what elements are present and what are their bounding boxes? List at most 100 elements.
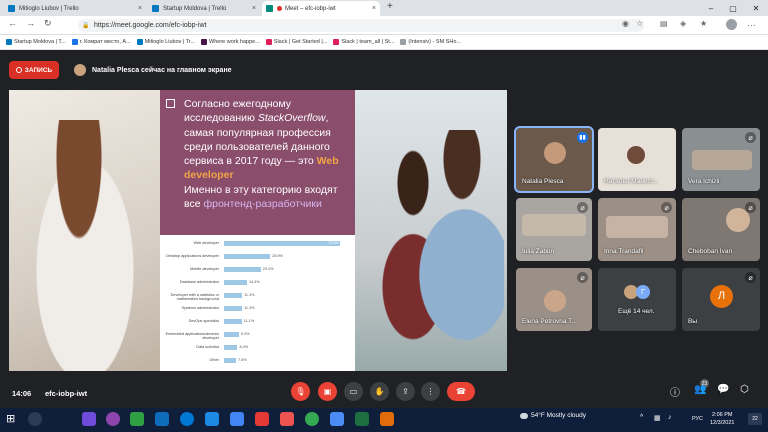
info-icon[interactable]: ⓘ: [670, 384, 680, 399]
participant-name: Iulia Zabun: [522, 248, 555, 255]
back-icon[interactable]: ←: [8, 18, 17, 28]
mic-toggle-button[interactable]: 🎙: [291, 382, 310, 401]
mic-off-icon: ⌀: [745, 202, 756, 213]
chart-category-label: DevOps specialist: [188, 319, 219, 323]
edge-icon[interactable]: [180, 412, 194, 426]
meeting-code: efc-iobp-iwt: [45, 389, 88, 398]
participant-tile-natalya[interactable]: Наталья Манист...: [598, 128, 676, 191]
reload-icon[interactable]: ↻: [44, 18, 52, 29]
excel-icon[interactable]: [355, 412, 369, 426]
taskbar-clock[interactable]: 2:06 PM 12/3/2021: [710, 411, 734, 427]
participant-tile-inna[interactable]: ⌀ Inna Trandafil: [598, 198, 676, 261]
camera-permission-icon[interactable]: ◉: [622, 19, 629, 28]
chart-bar: [224, 241, 341, 246]
screen: Mitioglo Liubov | Trello × Startup Moldo…: [0, 0, 768, 432]
app-icon[interactable]: [330, 412, 344, 426]
tab-label: Startup Moldova | Trello: [163, 5, 227, 12]
favorites-bar-icon[interactable]: ★: [700, 19, 707, 28]
profile-avatar[interactable]: [726, 19, 737, 30]
participant-tile-more[interactable]: Г Ещё 14 чел.: [598, 268, 676, 331]
recording-dot-icon: [277, 6, 282, 11]
bookmark-icon: [6, 39, 12, 45]
app-icon[interactable]: [106, 412, 120, 426]
participant-name: Natalia Plesca: [522, 178, 564, 185]
camera-toggle-button[interactable]: ▣: [318, 382, 337, 401]
chart-bar: [224, 345, 238, 350]
browser-tab-1[interactable]: Mitioglo Liubov | Trello ×: [4, 1, 146, 16]
chart-value-label: 28.9%: [272, 254, 284, 258]
leave-call-button[interactable]: ☎: [447, 382, 475, 401]
raise-hand-button[interactable]: ✋: [370, 382, 389, 401]
outlook-icon[interactable]: [155, 412, 169, 426]
bookmark-item[interactable]: г. Комрат место, А...: [71, 39, 131, 45]
people-icon[interactable]: 👥: [694, 384, 706, 395]
meet-icon: [266, 5, 273, 12]
bookmark-item[interactable]: (Intensiv) - SM SHo...: [400, 39, 461, 45]
participant-tile-iulia[interactable]: ⌀ Iulia Zabun: [516, 198, 592, 261]
bookmark-item[interactable]: Startup Moldova | T...: [6, 39, 66, 45]
bookmark-icon: [400, 39, 407, 45]
close-icon[interactable]: ×: [372, 5, 376, 12]
participant-tile-elena[interactable]: ⌀ Elena Petrovna T...: [516, 268, 592, 331]
browser-tab-3[interactable]: Meet – efc-iobp-iwt ×: [262, 1, 380, 16]
participant-name: Ещё 14 чел.: [618, 308, 655, 315]
notifications-icon[interactable]: 22: [748, 413, 762, 425]
chart-bar: [224, 358, 236, 363]
new-tab-button[interactable]: +: [387, 1, 393, 12]
bookmark-item[interactable]: Slack | team_all | St...: [333, 39, 394, 45]
chart-category-label: Desktop applications developer: [166, 254, 219, 258]
yandex-icon[interactable]: [255, 412, 269, 426]
mic-off-icon: 🎙: [295, 387, 306, 396]
app-icon[interactable]: [380, 412, 394, 426]
language-indicator[interactable]: РУС: [692, 416, 703, 422]
teams-icon[interactable]: [82, 412, 96, 426]
chart-value-label: 72.6%: [328, 241, 339, 245]
participant-name: Cheboban Ivan: [688, 248, 733, 255]
forward-icon[interactable]: →: [26, 18, 35, 28]
lock-icon[interactable]: 🔒: [82, 22, 89, 29]
chrome-icon[interactable]: [305, 412, 319, 426]
participant-tile-ivan[interactable]: ⌀ Cheboban Ivan: [682, 198, 760, 261]
bookmark-item[interactable]: Slack | Get Started |...: [265, 39, 327, 45]
search-taskbar-button[interactable]: [28, 412, 42, 426]
cloud-icon: [520, 412, 528, 419]
activities-icon[interactable]: ⬡: [740, 384, 749, 395]
bookmark-item[interactable]: Where work happe...: [201, 39, 260, 45]
participant-tile-natalia[interactable]: ▮▮ Natalia Plesca: [514, 126, 594, 193]
close-window-icon[interactable]: ✕: [745, 0, 767, 16]
present-button[interactable]: ⇪: [396, 382, 415, 401]
chat-icon[interactable]: 💬: [717, 384, 729, 395]
recording-badge[interactable]: ЗАПИСЬ: [9, 61, 59, 79]
clock-date: 12/3/2021: [710, 420, 735, 426]
windows-start-icon[interactable]: ⊞: [6, 412, 20, 426]
collections-icon[interactable]: ▤: [660, 19, 668, 28]
minimize-icon[interactable]: –: [700, 0, 722, 16]
volume-icon[interactable]: ♪: [668, 414, 672, 421]
browser-tab-2[interactable]: Startup Moldova | Trello ×: [148, 1, 260, 16]
app-icon[interactable]: [205, 412, 219, 426]
close-icon[interactable]: ×: [138, 5, 142, 12]
extensions-icon[interactable]: ◈: [680, 19, 686, 28]
slide-text-panel: Согласно ежегодному исследованию StackOv…: [160, 90, 355, 235]
participant-tile-vera[interactable]: ⌀ Vera Ichizli: [682, 128, 760, 191]
yandex-icon[interactable]: [280, 412, 294, 426]
more-menu-icon[interactable]: …: [747, 18, 756, 28]
tray-chevron-icon[interactable]: ^: [640, 414, 643, 421]
network-icon[interactable]: ▦: [654, 414, 661, 422]
chart-value-label: 11.3%: [244, 293, 255, 297]
chart-value-label: 8.4%: [239, 345, 249, 349]
maximize-icon[interactable]: ▢: [722, 0, 744, 16]
bookmark-item[interactable]: Mitioglo Liubov | Tr...: [136, 39, 195, 45]
chart-value-label: 9.3%: [240, 332, 250, 336]
app-icon[interactable]: [130, 412, 144, 426]
captions-button[interactable]: ▭: [344, 382, 363, 401]
clock-time: 2:06 PM: [711, 412, 733, 418]
participant-video: [522, 214, 586, 236]
favorite-star-icon[interactable]: ☆: [636, 19, 643, 28]
participant-tile-self[interactable]: Л ⌀ Вы: [682, 268, 760, 331]
close-icon[interactable]: ×: [252, 5, 256, 12]
more-options-button[interactable]: ⋮: [421, 382, 440, 401]
app-icon[interactable]: [230, 412, 244, 426]
url-input[interactable]: https://meet.google.com/efc-iobp-iwt: [78, 19, 644, 32]
weather-widget[interactable]: 54°F Mostly cloudy: [520, 412, 586, 419]
